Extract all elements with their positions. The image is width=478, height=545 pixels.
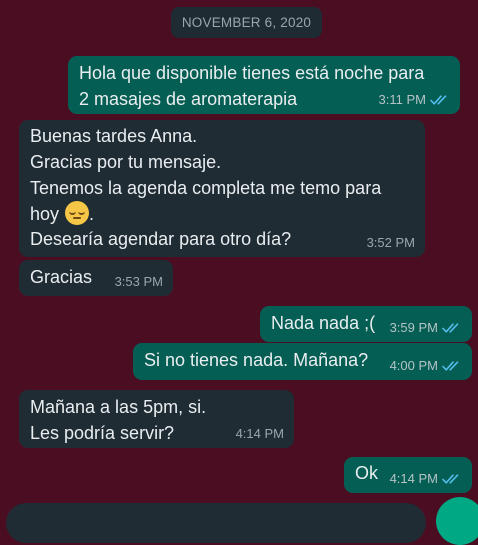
pensive-face-icon [65, 201, 90, 225]
message-meta: 4:14 PM [390, 472, 462, 486]
message-input-bar[interactable] [6, 503, 426, 543]
message-time: 3:59 PM [389, 320, 438, 335]
double-check-read-icon [430, 95, 447, 105]
double-check-read-icon [442, 474, 459, 484]
message-time: 4:14 PM [389, 471, 438, 486]
message-bubble-incoming[interactable]: Mañana a las 5pm, si. Les podría servir?… [19, 390, 294, 448]
message-text: Gracias [30, 267, 93, 287]
message-text: Ok [355, 463, 379, 483]
message-time: 4:00 PM [389, 358, 438, 373]
message-text: Nada nada ;( [271, 313, 376, 333]
message-text: Desearía agendar para otro día? [30, 229, 292, 249]
message-text: Si no tienes nada. Mañana? [144, 350, 369, 370]
message-bubble-outgoing[interactable]: Ok 4:14 PM [344, 457, 472, 493]
message-bubble-outgoing[interactable]: Nada nada ;( 3:59 PM [260, 306, 472, 342]
message-meta: 4:14 PM [236, 427, 284, 441]
message-text: Mañana a las 5pm, si. Les podría servir? [30, 397, 207, 443]
message-time: 3:11 PM [378, 92, 426, 107]
message-text-part: . [89, 204, 95, 224]
message-time: 3:52 PM [366, 235, 415, 250]
message-meta: 3:52 PM [367, 236, 415, 250]
message-text: Buenas tardes Anna. Gracias por tu mensa… [30, 123, 381, 227]
message-bubble-incoming[interactable]: Buenas tardes Anna. Gracias por tu mensa… [19, 120, 425, 257]
message-text: Hola que disponible tienes está noche pa… [79, 63, 425, 109]
message-bubble-outgoing[interactable]: Hola que disponible tienes está noche pa… [68, 56, 460, 114]
double-check-read-icon [442, 361, 459, 371]
message-time: 3:53 PM [114, 274, 163, 289]
message-time: 4:14 PM [235, 426, 284, 441]
date-chip: NOVEMBER 6, 2020 [171, 7, 322, 38]
message-meta: 3:53 PM [115, 275, 163, 289]
message-meta: 3:59 PM [390, 321, 462, 335]
mic-send-button[interactable] [436, 497, 478, 545]
message-bubble-incoming[interactable]: Gracias 3:53 PM [19, 260, 173, 296]
message-meta: 3:11 PM [379, 93, 450, 107]
double-check-read-icon [442, 323, 459, 333]
message-bubble-outgoing[interactable]: Si no tienes nada. Mañana? 4:00 PM [133, 343, 472, 380]
message-meta: 4:00 PM [390, 359, 462, 373]
